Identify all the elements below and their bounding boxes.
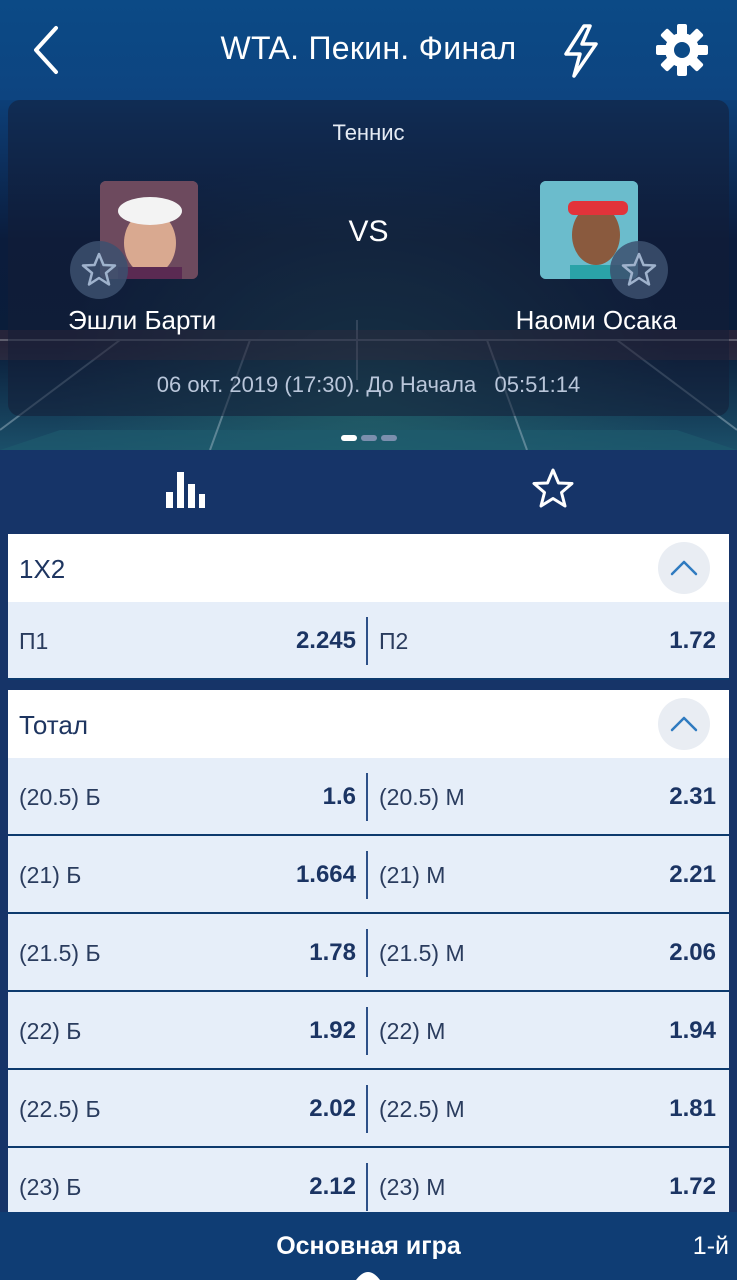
odds-cell[interactable]: П1 2.245 [8,602,368,680]
odds-label: (23) Б [19,1174,82,1200]
odds-label: (20.5) М [379,784,465,810]
live-button[interactable] [556,20,606,80]
odds-value: 2.21 [669,861,716,888]
odds-label: П2 [379,628,409,654]
player2-favorite-button[interactable] [610,241,668,299]
top-app-bar: WTA. Пекин. Финал [0,0,737,100]
odds-value: 1.81 [669,1095,716,1122]
odds-cell[interactable]: (20.5) Б 1.6 [8,758,368,836]
odds-cell[interactable]: (21) Б 1.664 [8,836,368,914]
odds-cell[interactable]: (22.5) М 1.81 [368,1070,728,1148]
odds-row: (22.5) Б 2.02 (22.5) М 1.81 [8,1070,729,1148]
odds-label: П1 [19,628,49,654]
selected-tab-indicator-icon [356,1272,380,1280]
tab-main-game[interactable]: Основная игра [0,1232,737,1261]
pager-dot[interactable] [380,435,397,441]
odds-value: 2.12 [309,1173,356,1200]
sport-label: Теннис [332,120,405,145]
market-title: 1X2 [19,554,66,584]
settings-button[interactable] [654,22,710,78]
match-info-panel: Теннис VS Эшли Барти Наоми Осака 06 окт.… [8,100,729,416]
market-header[interactable]: Тотал [8,690,729,758]
collapse-button[interactable] [658,698,710,750]
market-title: Тотал [19,710,88,740]
lightning-icon [564,24,598,78]
odds-row: (21) Б 1.664 (21) М 2.21 [8,836,729,914]
favorite-match-button[interactable] [530,466,576,512]
pager-dot[interactable] [340,435,357,441]
match-actions-row [0,450,737,534]
odds-value: 2.02 [309,1095,356,1122]
odds-cell[interactable]: (22) Б 1.92 [8,992,368,1070]
odds-value: 1.78 [309,939,356,966]
chevron-up-icon [670,560,698,576]
odds-row: (22) Б 1.92 (22) М 1.94 [8,992,729,1070]
odds-cell[interactable]: П2 1.72 [368,602,728,680]
market-1x2: 1X2 П1 2.245 П2 1.72 [8,534,729,680]
odds-label: (21.5) М [379,940,465,966]
odds-value: 2.31 [669,783,716,810]
odds-row: (21.5) Б 1.78 (21.5) М 2.06 [8,914,729,992]
tab-first-set[interactable]: 1-й [693,1232,729,1261]
odds-cell[interactable]: (21.5) М 2.06 [368,914,728,992]
odds-label: (22.5) М [379,1096,465,1122]
odds-value: 1.72 [669,627,716,654]
odds-value: 1.92 [309,1017,356,1044]
gear-icon [656,24,708,76]
page-title: WTA. Пекин. Финал [220,30,517,66]
match-start-countdown: 06 окт. 2019 (17:30). До Начала 05:51:14 [156,372,581,397]
statistics-button[interactable] [162,466,208,512]
odds-label: (22) М [379,1018,446,1044]
player1-favorite-button[interactable] [70,241,128,299]
odds-value: 2.245 [295,627,356,654]
odds-value: 2.06 [669,939,716,966]
odds-row: (20.5) Б 1.6 (20.5) М 2.31 [8,758,729,836]
odds-label: (21.5) Б [19,940,101,966]
collapse-button[interactable] [658,542,710,594]
odds-label: (22.5) Б [19,1096,101,1122]
odds-cell[interactable]: (22) М 1.94 [368,992,728,1070]
market-total: Тотал (20.5) Б 1.6 (20.5) М 2.31 (21) Б … [8,690,729,1226]
star-icon [621,252,657,286]
star-icon [81,252,117,286]
carousel-pager[interactable] [0,428,737,446]
odds-value: 1.664 [295,861,356,888]
odds-label: (23) М [379,1174,446,1200]
odds-label: (21) М [379,862,446,888]
player2-name: Наоми Осака [515,305,677,335]
star-icon [532,468,574,508]
odds-value: 1.72 [669,1173,716,1200]
odds-value: 1.6 [322,783,356,810]
odds-label: (21) Б [19,862,82,888]
odds-label: (22) Б [19,1018,82,1044]
odds-cell[interactable]: (22.5) Б 2.02 [8,1070,368,1148]
odds-row: П1 2.245 П2 1.72 [8,602,729,680]
odds-cell[interactable]: (21.5) Б 1.78 [8,914,368,992]
odds-cell[interactable]: (21) М 2.21 [368,836,728,914]
odds-label: (20.5) Б [19,784,101,810]
period-tab-bar: Основная игра 1-й [0,1212,737,1280]
match-header-card: Теннис VS Эшли Барти Наоми Осака 06 окт.… [0,100,737,450]
stats-icon [166,472,205,508]
pager-dot[interactable] [360,435,377,441]
player1-name: Эшли Барти [68,305,217,335]
odds-cell[interactable]: (20.5) М 2.31 [368,758,728,836]
chevron-up-icon [670,716,698,732]
odds-value: 1.94 [669,1017,716,1044]
market-header[interactable]: 1X2 [8,534,729,602]
